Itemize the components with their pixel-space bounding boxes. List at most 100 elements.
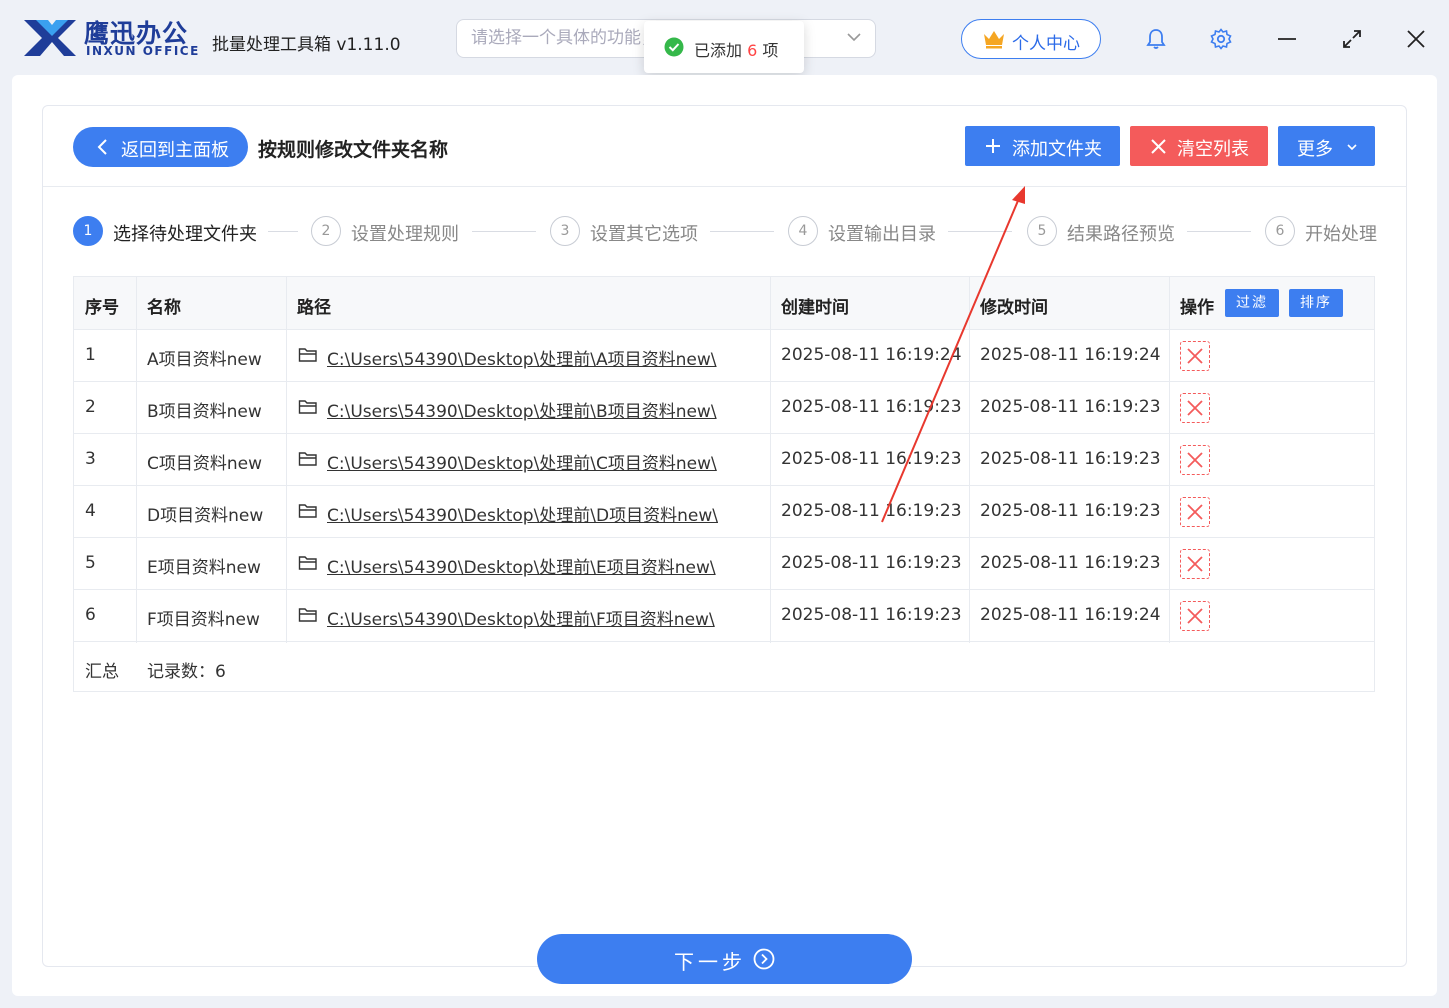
close-icon: [1187, 452, 1203, 468]
sort-button[interactable]: 排序: [1289, 289, 1343, 317]
header-created: 创建时间: [781, 298, 849, 318]
row-index: 2: [85, 397, 96, 417]
row-modified: 2025-08-11 16:19:24: [980, 605, 1161, 625]
back-to-main-button[interactable]: 返回到主面板: [73, 127, 248, 167]
row-index: 6: [85, 605, 96, 625]
next-step-label: 下一步: [674, 950, 746, 974]
clear-list-label: 清空列表: [1177, 139, 1249, 160]
row-name: A项目资料new: [147, 350, 262, 370]
toolbar-divider: [43, 186, 1406, 187]
close-icon: [1187, 400, 1203, 416]
row-created: 2025-08-11 16:19:23: [781, 553, 962, 573]
delete-row-button[interactable]: [1180, 601, 1210, 631]
table-row: 5 E项目资料new C:\Users\54390\Desktop\处理前\E项…: [74, 538, 1374, 590]
close-icon[interactable]: [1404, 27, 1428, 51]
row-index: 1: [85, 345, 96, 365]
step-connector: [268, 231, 298, 232]
row-name: E项目资料new: [147, 558, 261, 578]
row-name: B项目资料new: [147, 402, 262, 422]
row-path-link[interactable]: C:\Users\54390\Desktop\处理前\E项目资料new\: [327, 553, 716, 578]
next-step-button[interactable]: 下一步: [537, 934, 912, 984]
app-title: 批量处理工具箱 v1.11.0: [212, 35, 401, 55]
summary-label: 汇总: [85, 662, 119, 682]
row-index: 4: [85, 501, 96, 521]
delete-row-button[interactable]: [1180, 549, 1210, 579]
x-icon: [1151, 139, 1166, 154]
header-index: 序号: [85, 298, 119, 318]
row-name: C项目资料new: [147, 454, 263, 474]
row-index: 5: [85, 553, 96, 573]
row-path-link[interactable]: C:\Users\54390\Desktop\处理前\C项目资料new\: [327, 449, 717, 474]
row-name: F项目资料new: [147, 610, 260, 630]
brand-name-en: INXUN OFFICE: [86, 44, 200, 58]
delete-row-button[interactable]: [1180, 497, 1210, 527]
row-path-link[interactable]: C:\Users\54390\Desktop\处理前\B项目资料new\: [327, 397, 717, 422]
gear-icon[interactable]: [1209, 27, 1233, 51]
toast-message: 已添加 6 项: [694, 41, 779, 60]
table-header: 序号 名称 路径 创建时间 修改时间 操作 过滤 排序: [74, 277, 1374, 330]
add-folder-label: 添加文件夹: [1012, 139, 1102, 160]
chevron-down-icon[interactable]: [845, 28, 863, 46]
row-created: 2025-08-11 16:19:23: [781, 605, 962, 625]
row-modified: 2025-08-11 16:19:24: [980, 345, 1161, 365]
table-row: 4 D项目资料new C:\Users\54390\Desktop\处理前\D项…: [74, 486, 1374, 538]
row-path-link[interactable]: C:\Users\54390\Desktop\处理前\F项目资料new\: [327, 605, 715, 630]
step-connector: [472, 231, 536, 232]
page-title: 按规则修改文件夹名称: [258, 139, 449, 161]
user-center-button[interactable]: 个人中心: [961, 19, 1101, 59]
table-row: 1 A项目资料new C:\Users\54390\Desktop\处理前\A项…: [74, 330, 1374, 382]
row-created: 2025-08-11 16:19:23: [781, 449, 962, 469]
table-summary-row: 汇总 记录数：6: [74, 643, 1374, 691]
more-label: 更多: [1297, 139, 1333, 160]
row-created: 2025-08-11 16:19:23: [781, 397, 962, 417]
more-button[interactable]: 更多: [1278, 126, 1375, 166]
row-name: D项目资料new: [147, 506, 264, 526]
step-connector: [948, 231, 1012, 232]
row-created: 2025-08-11 16:19:24: [781, 345, 962, 365]
row-path-link[interactable]: C:\Users\54390\Desktop\处理前\D项目资料new\: [327, 501, 718, 526]
back-label: 返回到主面板: [121, 140, 229, 161]
check-circle-icon: [664, 37, 684, 57]
row-modified: 2025-08-11 16:19:23: [980, 553, 1161, 573]
folder-icon: [298, 504, 317, 518]
table-row: 3 C项目资料new C:\Users\54390\Desktop\处理前\C项…: [74, 434, 1374, 486]
row-path-link[interactable]: C:\Users\54390\Desktop\处理前\A项目资料new\: [327, 345, 717, 370]
folder-icon: [298, 400, 317, 414]
delete-row-button[interactable]: [1180, 445, 1210, 475]
folder-table: 序号 名称 路径 创建时间 修改时间 操作 过滤 排序 1 A项目资料new C…: [73, 276, 1375, 692]
close-icon: [1187, 348, 1203, 364]
step-connector: [710, 231, 774, 232]
header-path: 路径: [297, 298, 331, 318]
row-modified: 2025-08-11 16:19:23: [980, 397, 1161, 417]
header-name: 名称: [147, 298, 181, 318]
inxun-logo-icon: [24, 20, 76, 56]
step-connector: [1187, 231, 1251, 232]
delete-row-button[interactable]: [1180, 393, 1210, 423]
record-count: 记录数：6: [147, 662, 226, 682]
close-icon: [1187, 608, 1203, 624]
table-row: 6 F项目资料new C:\Users\54390\Desktop\处理前\F项…: [74, 590, 1374, 642]
arrow-right-circle-icon: [753, 948, 775, 970]
row-created: 2025-08-11 16:19:23: [781, 501, 962, 521]
delete-row-button[interactable]: [1180, 341, 1210, 371]
bell-icon[interactable]: [1144, 27, 1168, 51]
close-icon: [1187, 504, 1203, 520]
maximize-icon[interactable]: [1340, 27, 1364, 51]
crown-icon: [984, 31, 1004, 49]
row-index: 3: [85, 449, 96, 469]
folder-icon: [298, 556, 317, 570]
row-modified: 2025-08-11 16:19:23: [980, 501, 1161, 521]
folder-icon: [298, 348, 317, 362]
folder-icon: [298, 452, 317, 466]
folder-icon: [298, 608, 317, 622]
minimize-icon[interactable]: [1275, 27, 1299, 51]
filter-button[interactable]: 过滤: [1225, 289, 1279, 317]
header-modified: 修改时间: [980, 298, 1048, 318]
added-toast: 已添加 6 项: [644, 21, 804, 73]
plus-icon: [986, 139, 1000, 153]
table-row: 2 B项目资料new C:\Users\54390\Desktop\处理前\B项…: [74, 382, 1374, 434]
clear-list-button[interactable]: 清空列表: [1130, 126, 1268, 166]
add-folder-button[interactable]: 添加文件夹: [965, 126, 1120, 166]
row-modified: 2025-08-11 16:19:23: [980, 449, 1161, 469]
chevron-left-icon: [97, 139, 107, 155]
